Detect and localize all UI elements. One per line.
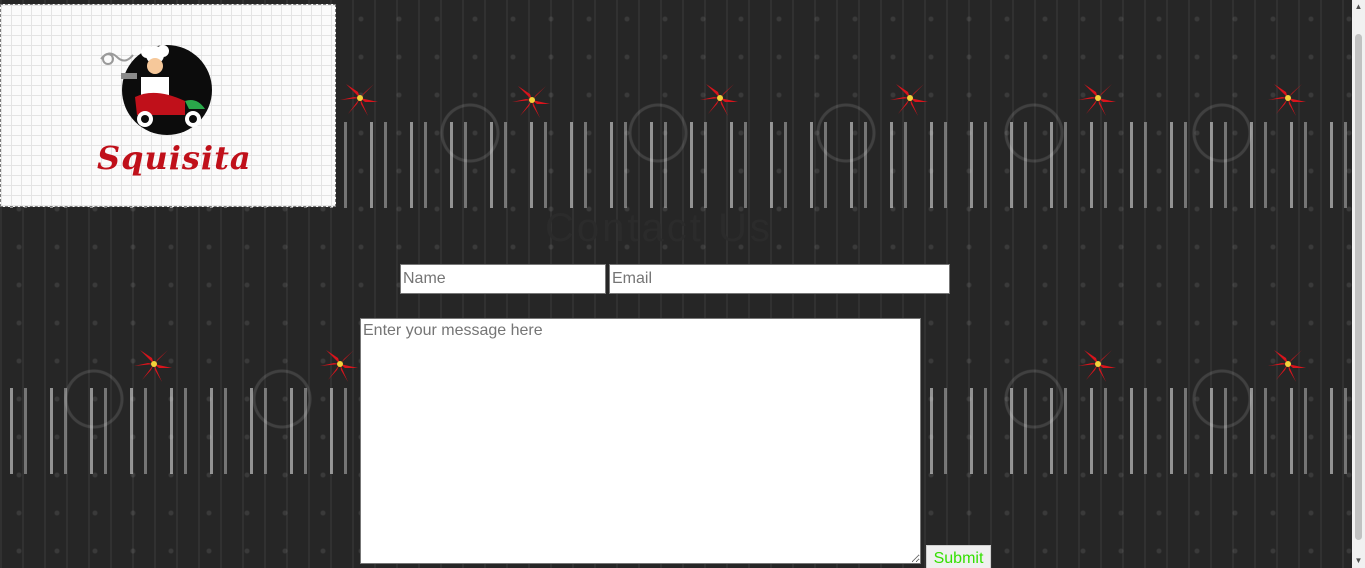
poinsettia-icon [320,350,358,382]
poinsettia-icon [1078,84,1116,116]
scroll-up-icon[interactable]: ▲ [1352,0,1365,14]
brand-name: Squisita [97,139,252,177]
poinsettia-icon [1078,350,1116,382]
page-scrollbar[interactable]: ▲ ▼ [1352,0,1365,568]
poinsettia-icon [1268,350,1306,382]
name-field[interactable] [400,264,606,294]
email-field[interactable] [609,264,950,294]
scroll-down-icon[interactable]: ▼ [1352,554,1365,568]
poinsettia-icon [340,84,378,116]
message-textarea[interactable] [360,318,921,564]
poinsettia-icon [134,350,172,382]
scrollbar-thumb[interactable] [1355,34,1362,540]
site-logo[interactable]: Squisita [0,4,336,207]
submit-button[interactable]: Submit [926,545,991,568]
contact-heading: Contact Us [545,206,773,250]
poinsettia-icon [890,84,928,116]
poinsettia-icon [512,86,550,118]
chef-on-scooter-icon [100,45,212,135]
poinsettia-icon [1268,84,1306,116]
poinsettia-icon [700,84,738,116]
